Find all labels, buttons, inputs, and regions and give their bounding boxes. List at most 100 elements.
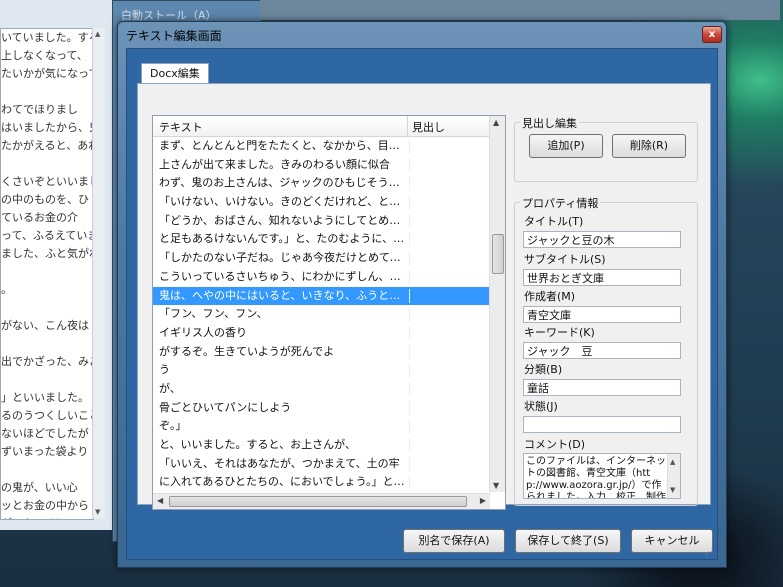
list-row[interactable]: ぞ。」 (153, 417, 493, 436)
row-heading-cell[interactable] (409, 288, 493, 303)
row-text-cell: に入れてあるひとたちの、においでしょう。」といいまし... (159, 475, 407, 489)
save-as-button[interactable]: 別名で保存(A) (403, 529, 505, 553)
scroll-thumb[interactable] (492, 234, 504, 274)
delete-heading-button[interactable]: 削除(R) (612, 134, 686, 158)
scroll-up-arrow-icon[interactable]: ▲ (95, 30, 100, 38)
row-heading-cell[interactable] (409, 325, 493, 340)
background-text-line (1, 299, 93, 317)
heading-edit-legend: 見出し編集 (520, 115, 579, 131)
comment-scrollbar[interactable]: ▲ ▼ (667, 454, 680, 498)
list-row[interactable]: う (153, 361, 493, 380)
row-text-cell: う (159, 363, 170, 377)
list-row-selected[interactable]: 鬼は、へやの中にはいると、いきなり、ふうと鼻をな... (153, 286, 493, 306)
close-button[interactable]: x (702, 26, 722, 43)
list-row[interactable]: 「フン、フン、フン、 (153, 305, 493, 324)
background-text-line: が、あいくに、この (1, 515, 93, 519)
scroll-up-arrow-icon[interactable]: ▲ (670, 456, 675, 468)
keywords-field[interactable]: ジャック 豆 (523, 342, 681, 359)
dialog-client-area: Docx編集 テキスト 見出し まず、とんとんと門をたたくと、なかから、目のひと… (126, 48, 718, 560)
background-text-line: るのうつくしいことと (1, 409, 93, 422)
background-text-line: いていました。するう (1, 31, 93, 44)
background-text-line: はいましたから、鬼の (1, 121, 93, 134)
list-vertical-scrollbar[interactable]: ▲ ▼ (489, 116, 505, 492)
list-row[interactable]: と足もあるけないんです。」と、たのむように、ジャック... (153, 230, 493, 249)
title-label: タイトル(T) (524, 215, 584, 228)
background-text-line: たかがえると、あわて (1, 139, 93, 152)
dialog-title: テキスト編集画面 (126, 29, 222, 43)
scroll-thumb[interactable] (169, 496, 467, 507)
column-header-text[interactable]: テキスト (159, 119, 203, 135)
scroll-down-arrow-icon[interactable]: ▼ (670, 484, 675, 496)
author-field[interactable]: 青空文庫 (523, 306, 681, 323)
comment-label: コメント(D) (524, 438, 586, 451)
row-text-cell: 「フン、フン、フン、 (159, 307, 268, 321)
row-heading-cell[interactable] (409, 363, 493, 378)
background-text-line (1, 461, 93, 479)
column-separator[interactable] (407, 116, 408, 136)
list-row[interactable]: 上さんが出て来ました。きみのわるい顔に似合 (153, 156, 493, 175)
category-field[interactable]: 童話 (523, 379, 681, 396)
list-header: テキスト 見出し (153, 116, 493, 137)
column-header-heading[interactable]: 見出し (412, 119, 445, 135)
add-heading-button[interactable]: 追加(P) (529, 134, 603, 158)
list-row[interactable]: 「しかたのない子だね。じゃあ今夜だけとめてあげるか... (153, 249, 493, 268)
row-heading-cell[interactable] (409, 269, 493, 284)
scroll-up-arrow-icon[interactable]: ▲ (493, 118, 499, 127)
list-row[interactable]: が、 (153, 380, 493, 399)
row-heading-cell[interactable] (409, 251, 493, 266)
status-field[interactable] (523, 416, 681, 433)
row-text-cell: ぞ。」 (159, 419, 187, 433)
dialog-titlebar[interactable]: テキスト編集画面 x (118, 22, 726, 46)
list-row[interactable]: と、いいました。すると、お上さんが、 (153, 436, 493, 455)
list-row[interactable]: まず、とんとんと門をたたくと、なかから、目のひとつ... (153, 137, 493, 156)
subtitle-field[interactable]: 世界おとぎ文庫 (523, 269, 681, 286)
row-heading-cell[interactable] (409, 419, 493, 434)
scroll-right-arrow-icon[interactable]: ▶ (480, 496, 486, 505)
scroll-down-arrow-icon[interactable]: ▼ (95, 508, 100, 516)
heading-edit-group: 見出し編集 追加(P) 削除(R) (514, 115, 698, 182)
list-row[interactable]: がするぞ。生きていようが死んでよ (153, 343, 493, 362)
list-row[interactable]: 骨ごとひいてパンにしよう (153, 399, 493, 418)
background-document-scrollbar[interactable]: ▲ ▼ (92, 28, 105, 518)
title-field[interactable]: ジャックと豆の木 (523, 231, 681, 248)
text-list-view[interactable]: テキスト 見出し まず、とんとんと門をたたくと、なかから、目のひとつ... 上さん… (152, 115, 506, 510)
row-heading-cell[interactable] (409, 195, 493, 210)
row-heading-cell[interactable] (409, 307, 493, 322)
row-heading-cell[interactable] (409, 157, 493, 172)
row-heading-cell[interactable] (409, 232, 493, 247)
list-row[interactable]: わず、鬼のお上さんは、ジャックのひもじそうなようすを... (153, 174, 493, 193)
row-heading-cell[interactable] (409, 400, 493, 415)
status-label: 状態(J) (524, 400, 558, 413)
background-text-line: たいかが気になって、 (1, 67, 93, 80)
row-text-cell: 「いいえ、それはあなたが、つかまえて、土の牢 (159, 456, 400, 470)
tab-docx-edit[interactable]: Docx編集 (141, 63, 209, 84)
resize-grip-icon[interactable]: ⋰ (705, 547, 715, 557)
background-text-line: ました、ふと気がわか (1, 247, 93, 260)
comment-textarea[interactable]: このファイルは、インターネットの図書館、青空文庫（http://www.aozo… (523, 453, 681, 499)
row-heading-cell[interactable] (409, 139, 493, 153)
scroll-down-arrow-icon[interactable]: ▼ (493, 481, 499, 490)
background-text-line: の中のものを、ひ (1, 193, 89, 206)
list-row[interactable]: 「いいえ、それはあなたが、つかまえて、土の牢 (153, 455, 493, 474)
row-heading-cell[interactable] (409, 475, 493, 490)
background-document-window: いていました。するう上しなくなって、たいかが気になって、わてでほりましはいました… (0, 0, 113, 530)
row-heading-cell[interactable] (409, 381, 493, 396)
list-row[interactable]: こういっているさいちゅう、にわかにずしん、ずしん、... (153, 268, 493, 287)
list-horizontal-scrollbar[interactable]: ◀ ▶ (153, 493, 490, 509)
background-text-line: がない、こん夜は (1, 319, 89, 332)
row-heading-cell[interactable] (409, 456, 493, 471)
scroll-left-arrow-icon[interactable]: ◀ (157, 496, 163, 505)
list-row[interactable]: 「どうか、おばさん、知れないようにしてとめてください... (153, 212, 493, 231)
row-heading-cell[interactable] (409, 213, 493, 228)
close-icon: x (708, 29, 716, 40)
list-row[interactable]: 「いけない、いけない。きのどくだけれど、とめてあげる... (153, 193, 493, 212)
save-and-exit-button[interactable]: 保存して終了(S) (515, 529, 621, 553)
list-rows: まず、とんとんと門をたたくと、なかから、目のひとつ... 上さんが出て来ました。き… (153, 137, 493, 509)
list-row[interactable]: イギリス人の香り (153, 324, 493, 343)
row-heading-cell[interactable] (409, 344, 493, 359)
list-row[interactable]: に入れてあるひとたちの、においでしょう。」といいまし... (153, 473, 493, 492)
cancel-button[interactable]: キャンセル (631, 529, 713, 553)
row-heading-cell[interactable] (409, 176, 493, 191)
row-heading-cell[interactable] (409, 438, 493, 452)
row-text-cell: わず、鬼のお上さんは、ジャックのひもじそうなようすを... (159, 176, 407, 190)
